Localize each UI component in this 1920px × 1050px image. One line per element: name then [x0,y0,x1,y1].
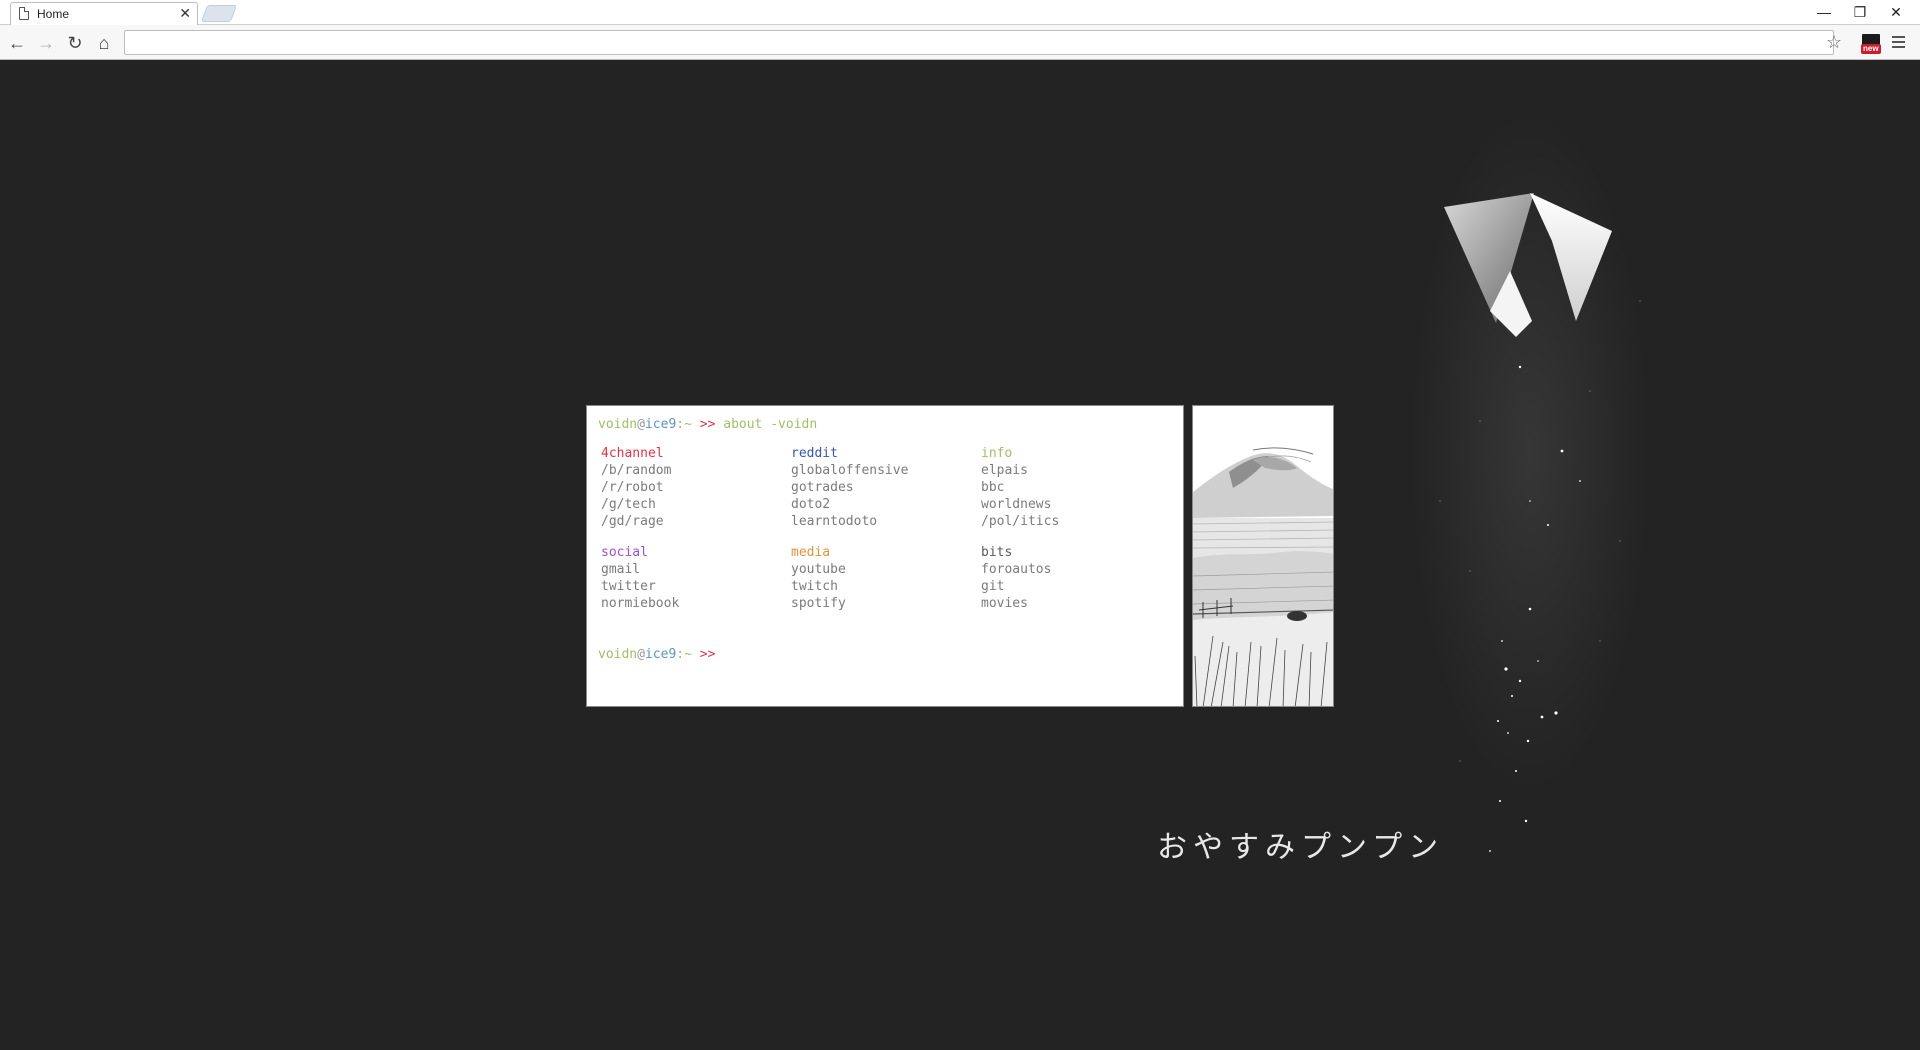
close-window-button[interactable]: ✕ [1878,2,1914,22]
tab-title: Home [37,7,70,21]
bookmark-link[interactable]: foroautos [981,561,1171,578]
bookmark-link[interactable]: /b/random [601,462,791,479]
prompt-user: voidn [598,417,638,432]
section-heading: bits [981,545,1013,560]
link-section-social: social gmail twitter normiebook [601,544,791,612]
link-grid: 4channel/b/random/r/robot/g/tech/gd/rage… [598,445,1172,626]
mail-extension-icon[interactable]: new [1860,32,1882,54]
bookmark-link[interactable]: twitter [601,578,791,595]
prompt-at: @ [637,647,645,662]
bookmark-link[interactable]: /r/robot [601,479,791,496]
prompt-at: @ [637,417,645,432]
forward-button[interactable]: → [34,31,58,55]
prompt-arrow: >> [699,417,716,432]
link-section-info: info elpais bbc worldnews/pol/itics [981,445,1171,530]
section-heading: social [601,545,648,560]
bookmark-link[interactable]: /g/tech [601,496,791,513]
link-section-media: media youtube twitch spotify [791,544,981,612]
prompt-user: voidn [598,647,638,662]
section-heading: media [791,545,831,560]
prompt-host: ice9 [644,417,677,432]
bookmark-link[interactable]: twitch [791,578,981,595]
link-section-reddit: reddit globaloffensive gotrades doto2 learnt… [791,445,981,530]
crystal-logo-illustration [1410,121,1650,852]
new-tab-button[interactable] [200,5,238,22]
prompt-line-empty: voidn@ice9:~ >> [598,646,1172,663]
prompt-separator: :~ [676,647,700,662]
bookmark-link[interactable]: /gd/rage [601,513,791,530]
bookmark-link[interactable]: globaloffensive [791,462,981,479]
bookmark-link[interactable]: gmail [601,561,791,578]
link-section-bits: bits foroautos git movies [981,544,1171,612]
bookmark-link[interactable]: git [981,578,1171,595]
bookmark-link[interactable]: elpais [981,462,1171,479]
prompt-separator: :~ [676,417,700,432]
bookmark-link[interactable]: learntodoto [791,513,981,530]
prompt-line: voidn@ice9:~ >> about -voidn [598,416,1172,433]
page-content: voidn@ice9:~ >> about -voidn 4channel/b/… [0,61,1920,1050]
restore-button[interactable]: ❐ [1842,2,1878,22]
reload-button[interactable]: ↻ [63,31,87,55]
section-heading: info [981,446,1013,461]
bookmark-link[interactable]: youtube [791,561,981,578]
prompt-host: ice9 [644,647,677,662]
back-button[interactable]: ← [5,31,29,55]
tab-close-icon[interactable]: ✕ [179,5,191,21]
bookmark-link[interactable]: movies [981,595,1171,612]
bookmark-link[interactable]: bbc [981,479,1171,496]
browser-tab-home[interactable]: Home ✕ [10,2,198,25]
japanese-caption: おやすみプンプン [1157,830,1445,865]
browser-toolbar: ← → ↻ ⌂ ☆ new [0,25,1920,60]
minimize-button[interactable]: — [1806,2,1842,22]
bookmark-link[interactable]: normiebook [601,595,791,612]
address-bar[interactable] [124,30,1834,55]
prompt-command: about -voidn [723,417,818,432]
page-icon [19,7,29,20]
browser-titlebar: Home ✕ — ❐ ✕ [0,0,1920,25]
mountain-sketch-image [1193,406,1333,706]
home-button[interactable]: ⌂ [92,31,116,55]
section-heading: 4channel [601,446,664,461]
terminal-panel: voidn@ice9:~ >> about -voidn 4channel/b/… [586,405,1184,707]
extension-badge: new [1861,44,1881,54]
section-heading: reddit [791,446,838,461]
bookmark-link[interactable]: doto2 [791,496,981,513]
bookmark-link[interactable]: worldnews [981,496,1171,513]
bookmark-star-icon[interactable]: ☆ [1826,32,1842,52]
prompt-arrow: >> [699,647,716,662]
menu-hamburger-icon[interactable] [1892,33,1908,53]
bookmark-link[interactable]: spotify [791,595,981,612]
link-section-4channel: 4channel/b/random/r/robot/g/tech/gd/rage [601,445,791,530]
bookmark-link[interactable]: /pol/itics [981,513,1171,530]
bookmark-link[interactable]: gotrades [791,479,981,496]
landscape-illustration [1192,405,1334,707]
